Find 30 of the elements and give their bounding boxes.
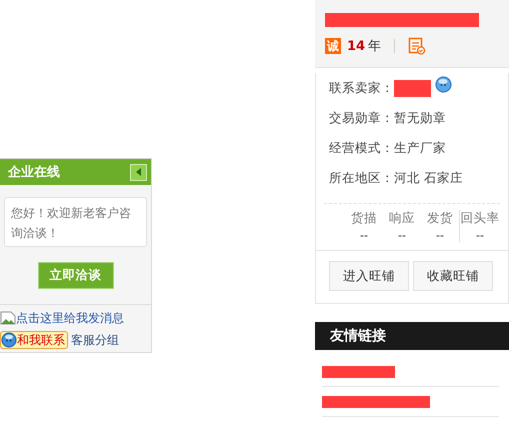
stat-value: -- xyxy=(360,229,368,242)
years-number: 14 xyxy=(347,38,366,54)
redaction-bar xyxy=(394,80,431,96)
info-text: 经营模式：生产厂家 xyxy=(329,140,446,156)
shop-button[interactable]: 进入旺铺 xyxy=(329,261,409,291)
section-header: 友情链接 xyxy=(315,322,509,350)
years-unit: 年 xyxy=(368,38,382,55)
contact-badge[interactable]: 和我联系 xyxy=(0,331,68,349)
message-link[interactable]: 点击这里给我发消息 xyxy=(16,310,124,326)
chat-bubble-icon xyxy=(435,76,452,92)
stat-value: -- xyxy=(398,229,406,242)
stat-label: 货描 xyxy=(351,210,377,227)
shop-button[interactable]: 收藏旺铺 xyxy=(413,261,493,291)
stat-value: -- xyxy=(476,229,484,242)
collapse-button[interactable] xyxy=(130,164,147,180)
stat-value: -- xyxy=(436,229,444,242)
stat-label: 发货 xyxy=(427,210,453,227)
info-text: 交易勋章：暂无勋章 xyxy=(329,110,446,126)
chat-bubble-icon xyxy=(1,332,17,348)
info-label: 联系卖家： xyxy=(329,80,394,96)
widget-title: 企业在线 xyxy=(8,164,60,181)
greeting-bubble: 您好！欢迎新老客户咨询洽谈！ xyxy=(4,197,147,247)
stat-label: 响应 xyxy=(389,210,415,227)
contact-label: 和我联系 xyxy=(17,332,65,348)
certificate-icon xyxy=(408,37,426,55)
info-text: 所在地区：河北 石家庄 xyxy=(329,170,463,186)
service-group-label: 客服分组 xyxy=(71,332,119,348)
caret-icon xyxy=(136,168,142,176)
integrity-badge: 诚 xyxy=(325,38,341,54)
stat-label: 回头率 xyxy=(460,210,500,227)
